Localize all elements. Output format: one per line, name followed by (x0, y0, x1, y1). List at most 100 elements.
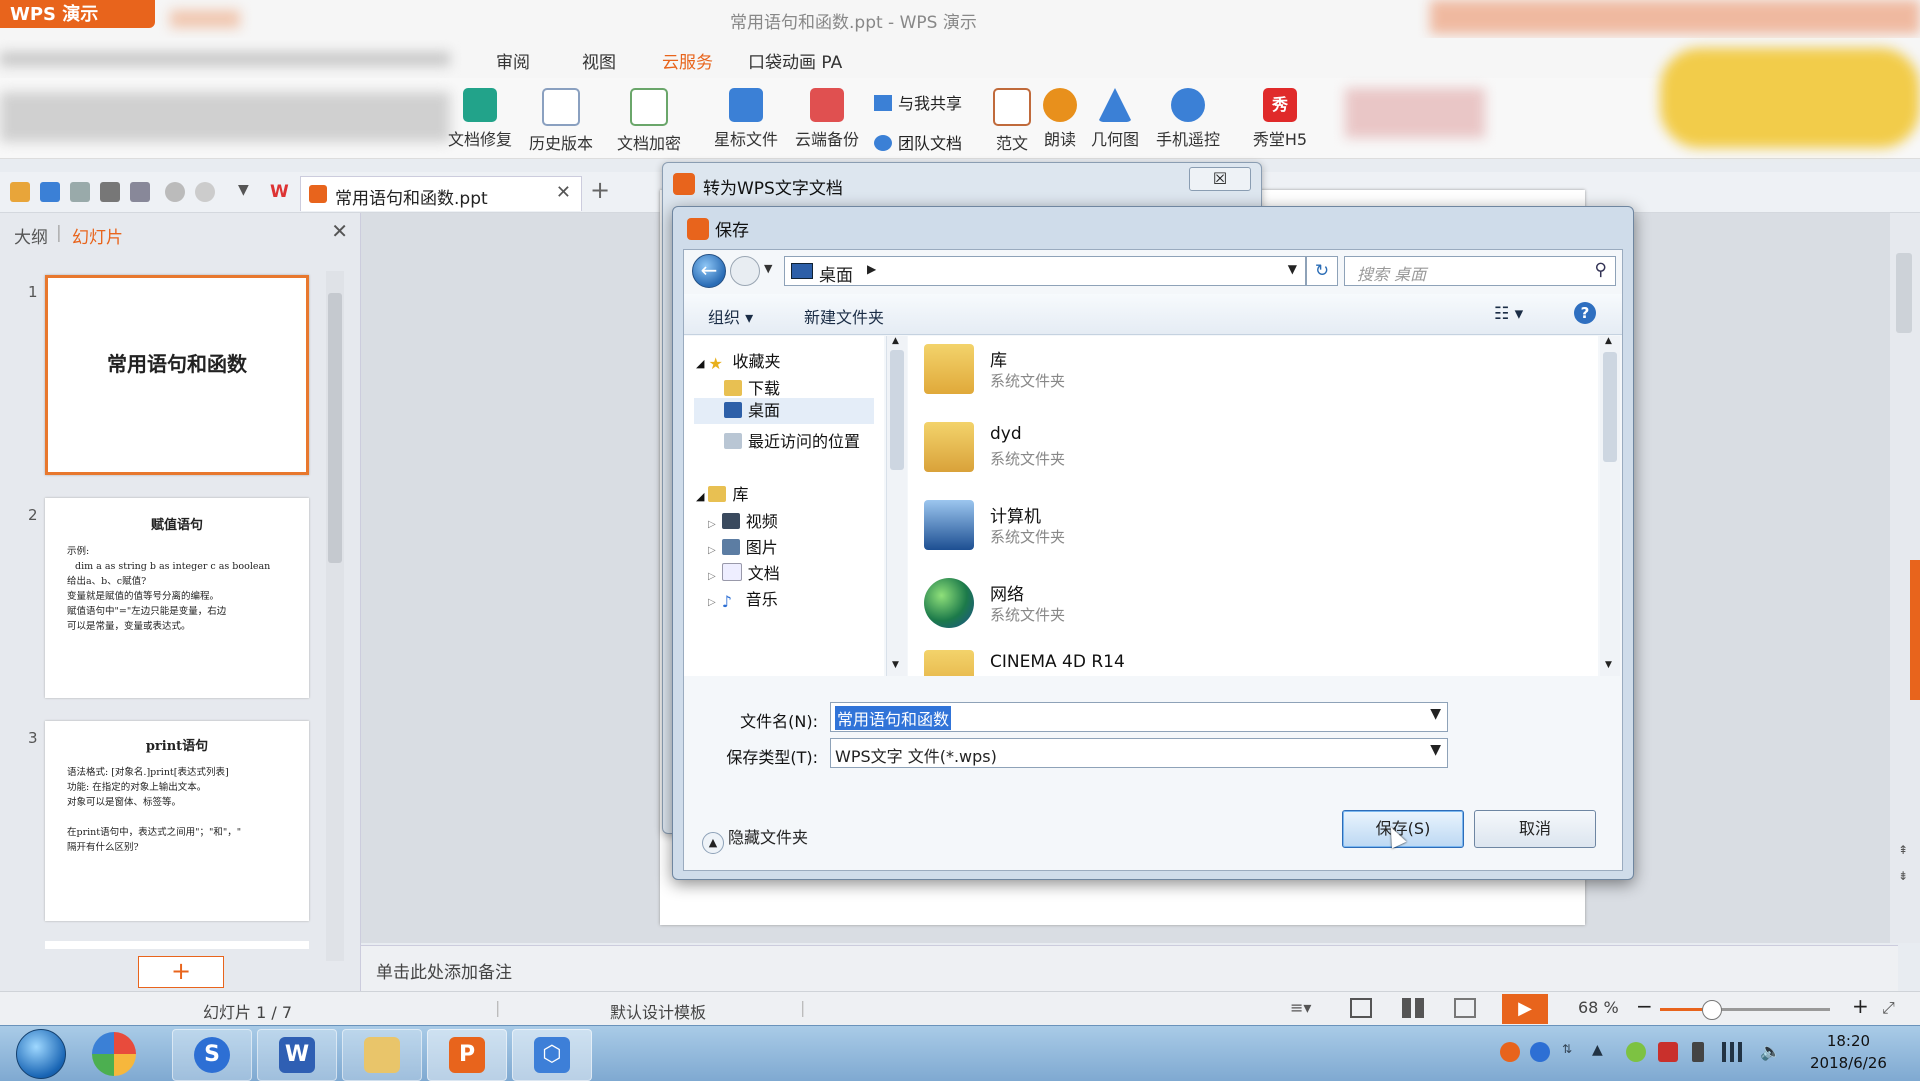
shared-with-me-button[interactable]: 与我共享 (874, 90, 962, 114)
organize-menu[interactable]: 组织 ▾ (708, 304, 753, 328)
slide-thumbnail-1[interactable]: 常用语句和函数 (45, 275, 309, 475)
chevron-down-icon[interactable]: ▼ (1430, 742, 1441, 758)
tab-slides[interactable]: 幻灯片 (72, 223, 123, 248)
file-list-scrollbar[interactable]: ▲ ▼ (1600, 336, 1620, 676)
slide-thumbnail-3[interactable]: print语句 语法格式: [对象名.]print[表达式列表] 功能: 在指定… (45, 721, 309, 921)
cloud-backup-button[interactable]: 云端备份 (787, 78, 867, 158)
start-button[interactable] (16, 1029, 66, 1079)
scrollbar-thumb[interactable] (1603, 352, 1617, 462)
slide-thumbnail-2[interactable]: 赋值语句 示例: dim a as string b as integer c … (45, 498, 309, 698)
colorful-app-icon[interactable] (92, 1032, 136, 1076)
file-item-network[interactable]: 网络 系统文件夹 (908, 574, 1508, 634)
slide-sorter-icon[interactable] (1402, 998, 1424, 1018)
security-tray-icon[interactable] (1626, 1042, 1646, 1062)
tab-review[interactable]: 审阅 (496, 48, 530, 73)
expand-icon[interactable]: ▷ (708, 597, 716, 608)
nav-recent-places[interactable]: 最近访问的位置 (724, 428, 860, 452)
help-tray-icon[interactable] (1530, 1042, 1550, 1062)
doc-repair-button[interactable]: 文档修复 (440, 78, 520, 158)
design-template-label[interactable]: 默认设计模板 (610, 999, 706, 1023)
clock[interactable]: 18:20 2018/6/26 (1810, 1030, 1887, 1074)
scroll-up-icon[interactable]: ▲ (1605, 336, 1612, 346)
wps-logo-icon[interactable]: W (270, 182, 290, 202)
zoom-out-icon[interactable]: − (1636, 994, 1653, 1018)
taskbar-sogou[interactable]: S (172, 1029, 252, 1081)
prev-slide-icon[interactable]: ⇞ (1898, 843, 1908, 857)
side-panel-toggle[interactable] (1910, 560, 1920, 700)
chevron-right-icon[interactable]: ▶ (867, 262, 876, 276)
nav-documents[interactable]: ▷ 文档 (708, 560, 780, 584)
nav-downloads[interactable]: 下载 (724, 375, 780, 399)
nav-videos[interactable]: ▷ 视频 (708, 508, 778, 532)
recent-locations-dropdown-icon[interactable]: ▼ (764, 262, 772, 275)
customize-dropdown-icon[interactable]: ▼ (238, 182, 258, 202)
nav-pictures[interactable]: ▷ 图片 (708, 534, 778, 558)
taskbar-wps-presentation[interactable]: P (427, 1029, 507, 1081)
expand-icon[interactable]: ▷ (708, 571, 716, 582)
address-bar[interactable]: 桌面 ▶ ▼ (784, 256, 1306, 286)
refresh-button[interactable]: ↻ (1306, 256, 1338, 286)
redo-icon[interactable] (195, 182, 215, 202)
slide-thumbnail-4[interactable] (45, 941, 309, 949)
save-as-icon[interactable] (70, 182, 90, 202)
tray-arrows-icon[interactable]: ⇅ (1562, 1042, 1582, 1062)
doc-encrypt-button[interactable]: 文档加密 (609, 78, 689, 158)
nav-libraries[interactable]: ◢ 库 (696, 481, 748, 505)
chevron-down-icon[interactable]: ▼ (1430, 706, 1441, 722)
scrollbar-thumb[interactable] (890, 350, 904, 470)
add-slide-button[interactable]: + (138, 956, 224, 988)
document-tab[interactable]: 常用语句和函数.ppt ✕ (300, 176, 582, 211)
filename-input[interactable]: 常用语句和函数 ▼ (830, 702, 1448, 732)
undo-icon[interactable] (165, 182, 185, 202)
new-folder-button[interactable]: 新建文件夹 (804, 304, 884, 328)
zoom-in-icon[interactable]: + (1852, 994, 1869, 1018)
print-icon[interactable] (100, 182, 120, 202)
print-preview-icon[interactable] (130, 182, 150, 202)
normal-view-icon[interactable] (1350, 998, 1372, 1018)
battery-icon[interactable] (1692, 1042, 1704, 1062)
file-item-computer[interactable]: 计算机 系统文件夹 (908, 496, 1508, 556)
scrollbar-thumb[interactable] (1896, 253, 1912, 333)
next-slide-icon[interactable]: ⇟ (1898, 869, 1908, 883)
network-alert-icon[interactable] (1658, 1042, 1678, 1062)
volume-icon[interactable]: 🔈 (1760, 1042, 1781, 1062)
taskbar-app[interactable]: ⬡ (512, 1029, 592, 1081)
star-file-button[interactable]: 星标文件 (706, 78, 786, 158)
tab-outline[interactable]: 大纲 (14, 223, 48, 248)
zoom-slider-knob[interactable] (1702, 1000, 1722, 1020)
sogou-tray-icon[interactable] (1500, 1042, 1520, 1062)
show-hidden-icons[interactable]: ▲ (1592, 1042, 1612, 1062)
zoom-slider[interactable] (1660, 1000, 1830, 1020)
chevron-down-icon[interactable]: ▼ (1288, 262, 1297, 276)
notes-toggle-icon[interactable]: ≡▾ (1290, 998, 1311, 1017)
close-panel-icon[interactable]: ✕ (331, 219, 348, 243)
app-menu-button[interactable]: WPS 演示 (0, 0, 155, 28)
collapse-icon[interactable]: ◢ (696, 490, 704, 503)
tab-pocket-animation[interactable]: 口袋动画 PA (748, 48, 842, 73)
close-tab-icon[interactable]: ✕ (556, 182, 571, 203)
tab-cloud-service[interactable]: 云服务 (662, 48, 713, 81)
help-icon[interactable]: ? (1574, 302, 1596, 324)
close-button[interactable]: ☒ (1189, 167, 1251, 191)
scrollbar-thumb[interactable] (328, 293, 342, 563)
search-box[interactable]: 搜索 桌面 ⚲ (1344, 256, 1616, 286)
filetype-select[interactable]: WPS文字 文件(*.wps) ▼ (830, 738, 1448, 768)
expand-icon[interactable]: ▷ (708, 519, 716, 530)
file-item-user[interactable]: dyd 系统文件夹 (908, 418, 1508, 478)
expand-icon[interactable]: ▷ (708, 545, 716, 556)
team-doc-button[interactable]: 团队文档 (874, 130, 962, 154)
scroll-down-icon[interactable]: ▼ (892, 660, 899, 670)
slide-panel-scrollbar[interactable] (326, 271, 344, 961)
notes-pane[interactable]: 单击此处添加备注 (361, 945, 1898, 992)
fit-window-icon[interactable]: ⤢ (1882, 998, 1895, 1018)
history-version-button[interactable]: 历史版本 (521, 78, 601, 158)
signal-icon[interactable] (1722, 1042, 1742, 1062)
geometry-button[interactable]: 几何图 (1075, 78, 1155, 158)
new-tab-button[interactable]: + (590, 176, 610, 204)
play-slideshow-button[interactable]: ▶ (1502, 994, 1548, 1024)
nav-pane-scrollbar[interactable]: ▲ ▼ (886, 336, 907, 676)
save-icon[interactable] (40, 182, 60, 202)
collapse-icon[interactable]: ◢ (696, 357, 704, 370)
open-icon[interactable] (10, 182, 30, 202)
taskbar-wps-writer[interactable]: W (257, 1029, 337, 1081)
